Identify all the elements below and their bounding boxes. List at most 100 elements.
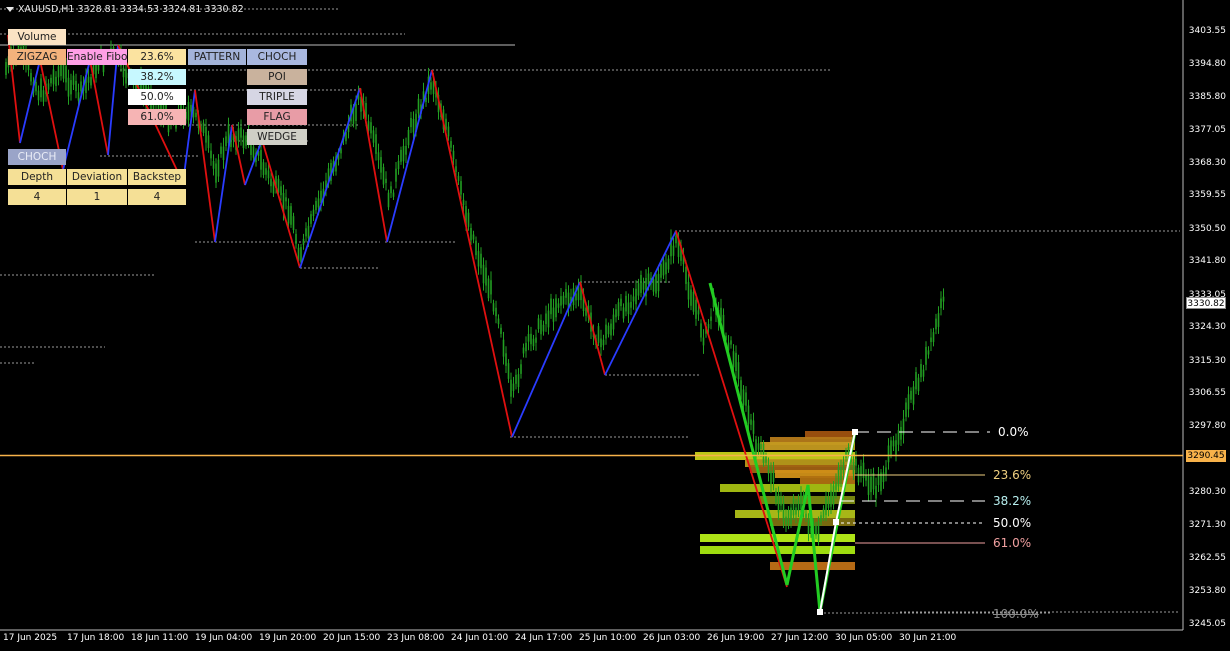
enable-fibo-button[interactable]: Enable Fibo (67, 49, 127, 65)
candle-body (395, 168, 397, 182)
fibo-level-236-button[interactable]: 23.6% (128, 49, 186, 65)
depth-value-field[interactable]: 4 (8, 189, 66, 205)
price-tick: 3271.30 (1188, 520, 1226, 530)
candle-body (530, 333, 532, 345)
candle-body (470, 227, 472, 241)
backstep-value-field[interactable]: 4 (128, 189, 186, 205)
choch-button[interactable]: CHOCH (247, 49, 307, 65)
time-tick: 26 Jun 03:00 (643, 633, 701, 643)
zigzag-button[interactable]: ZIGZAG (8, 49, 66, 65)
candle-body (777, 494, 780, 513)
candle-body (607, 325, 610, 335)
volume-profile-bar (720, 484, 855, 492)
pattern-button[interactable]: PATTERN (188, 49, 246, 65)
candle-body (732, 351, 735, 368)
candle-body (565, 289, 567, 298)
flag-button[interactable]: FLAG (247, 109, 307, 125)
fibo-level-382-button[interactable]: 38.2% (128, 69, 186, 85)
candle-body (400, 149, 402, 162)
candle-body (515, 374, 517, 384)
price-tick: 3306.55 (1188, 388, 1226, 398)
candle-body (627, 302, 630, 315)
candle-body (525, 342, 527, 352)
candle-body (690, 289, 692, 306)
candle-body (517, 374, 520, 388)
candle-body (815, 525, 817, 536)
candle-body (862, 462, 865, 479)
depth-label: Depth (8, 169, 66, 185)
candle-body (260, 150, 262, 170)
time-tick: 25 Jun 10:00 (579, 633, 637, 643)
candle-body (702, 337, 705, 346)
candle-body (480, 253, 482, 269)
fibo-label-1000: 100.0% (993, 607, 1039, 621)
candle-body (840, 467, 842, 480)
poi-button[interactable]: POI (247, 69, 307, 85)
candle-body (80, 81, 82, 92)
candle-body (550, 298, 552, 315)
candle-body (602, 339, 605, 346)
wedge-button[interactable]: WEDGE (247, 129, 307, 145)
triple-button[interactable]: TRIPLE (247, 89, 307, 105)
time-tick: 17 Jun 18:00 (67, 633, 125, 643)
candle-body (630, 301, 632, 308)
candle-body (647, 273, 650, 285)
candle-body (832, 485, 835, 506)
candle-body (237, 128, 240, 142)
candle-body (660, 264, 662, 278)
fibo-level-610-button[interactable]: 61.0% (128, 109, 186, 125)
candle-body (392, 192, 395, 197)
candle-body (527, 333, 530, 342)
candle-body (635, 288, 637, 305)
candle-body (907, 394, 910, 410)
candle-body (767, 465, 770, 474)
volume-button[interactable]: Volume (8, 29, 66, 45)
candle-body (827, 500, 830, 508)
candle-body (675, 235, 677, 244)
candle-body (605, 324, 607, 339)
candle-body (300, 247, 302, 263)
candle-body (385, 178, 387, 183)
candle-body (187, 102, 190, 121)
candle-body (417, 98, 420, 114)
choch-toggle-button[interactable]: CHOCH (8, 149, 66, 165)
candle-body (642, 282, 645, 290)
candle-body (492, 303, 495, 312)
candle-body (610, 323, 612, 336)
candle-body (835, 482, 837, 490)
candle-body (890, 440, 892, 455)
candle-body (512, 383, 515, 391)
candle-body (912, 386, 915, 405)
collapse-triangle-icon[interactable] (6, 7, 14, 12)
candle-body (597, 326, 600, 343)
candle-body (782, 502, 785, 521)
candle-body (50, 77, 52, 84)
candle-body (770, 471, 772, 485)
candle-body (40, 78, 42, 98)
candle-body (742, 389, 745, 406)
candle-body (252, 146, 255, 158)
candle-body (707, 324, 710, 329)
candle-body (792, 498, 795, 516)
candle-body (855, 458, 857, 466)
candle-body (662, 260, 665, 276)
deviation-value-field[interactable]: 1 (67, 189, 127, 205)
candle-body (447, 126, 450, 137)
candle-body (317, 198, 320, 208)
candle-body (875, 485, 877, 499)
candle-body (312, 209, 315, 217)
price-tick: 3341.80 (1188, 256, 1226, 266)
candle-body (882, 472, 885, 483)
candle-body (785, 516, 787, 525)
candle-body (30, 72, 32, 82)
price-tick: 3350.50 (1188, 224, 1226, 234)
candle-body (772, 470, 775, 483)
candle-body (927, 350, 930, 355)
candle-body (750, 419, 752, 425)
candle-body (600, 338, 602, 348)
candle-body (262, 162, 265, 175)
candle-body (510, 379, 512, 397)
fibo-level-500-button[interactable]: 50.0% (128, 89, 186, 105)
candle-body (797, 500, 800, 511)
price-tick: 3253.80 (1188, 586, 1226, 596)
